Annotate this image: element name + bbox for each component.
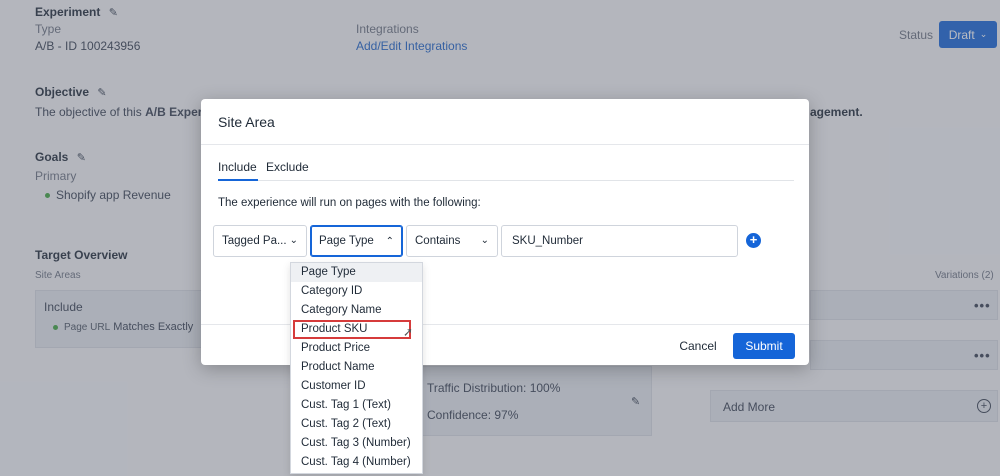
operator-value: Contains	[415, 235, 461, 247]
dropdown-option[interactable]: Cust. Tag 1 (Text)	[291, 396, 422, 415]
dropdown-option[interactable]: Category ID	[291, 282, 422, 301]
modal-description: The experience will run on pages with th…	[218, 197, 481, 209]
chevron-down-icon: ⌄	[480, 235, 489, 246]
dropdown-option[interactable]: Customer ID	[291, 377, 422, 396]
mouse-cursor-icon: ➚	[403, 325, 414, 339]
dropdown-option[interactable]: Category Name	[291, 301, 422, 320]
tag-source-value: Tagged Pa...	[222, 235, 287, 247]
tab-exclude[interactable]: Exclude	[266, 160, 309, 174]
operator-select[interactable]: Contains ⌄	[406, 225, 498, 257]
dropdown-option[interactable]: Cust. Tag 3 (Number)	[291, 434, 422, 453]
dropdown-option[interactable]: Product Name	[291, 358, 422, 377]
tag-source-select[interactable]: Tagged Pa... ⌄	[213, 225, 307, 257]
dropdown-option[interactable]: Cust. Tag 2 (Text)	[291, 415, 422, 434]
modal-title: Site Area	[218, 114, 275, 130]
field-type-value: Page Type	[319, 235, 374, 247]
chevron-up-icon: ⌃	[385, 236, 394, 247]
tab-include[interactable]: Include	[218, 160, 257, 174]
tabs-divider	[218, 180, 794, 181]
cancel-button[interactable]: Cancel	[672, 333, 724, 359]
dropdown-option[interactable]: Cust. Tag 4 (Number)	[291, 453, 422, 472]
annotation-highlight-box	[293, 320, 411, 339]
active-tab-indicator	[218, 179, 258, 181]
add-condition-plus-icon[interactable]: +	[746, 233, 761, 248]
dropdown-option[interactable]: Page Type	[291, 263, 422, 282]
modal-header-divider	[201, 144, 809, 145]
field-type-dropdown-list: Page Type Category ID Category Name Prod…	[290, 262, 423, 474]
submit-button[interactable]: Submit	[733, 333, 795, 359]
match-value-text: SKU_Number	[512, 235, 583, 247]
dropdown-option[interactable]: Product Price	[291, 339, 422, 358]
match-value-input[interactable]: SKU_Number	[501, 225, 738, 257]
field-type-select[interactable]: Page Type ⌃	[310, 225, 403, 257]
chevron-down-icon: ⌄	[289, 235, 298, 246]
